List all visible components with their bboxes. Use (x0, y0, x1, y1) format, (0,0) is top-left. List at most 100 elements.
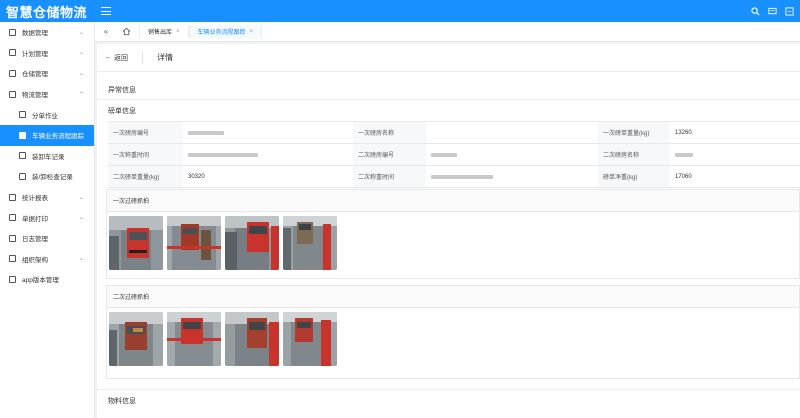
close-icon[interactable]: × (176, 29, 180, 35)
sidebar: 数据管理 ⌄ 计划管理 ⌄ 仓储管理 ⌄ 物流管理 ⌃ 分单作业 车辆业务流程跟踪 装卸… (0, 22, 95, 418)
cell-label: 一次磅房编号 (108, 122, 183, 143)
divider (97, 389, 800, 390)
message-icon[interactable] (768, 7, 777, 16)
first-capture-panel: 一次过磅抓拍 (106, 189, 800, 279)
print-icon (9, 214, 16, 222)
chevron-up-icon: ⌃ (78, 91, 84, 98)
capture-photo[interactable] (109, 216, 163, 270)
home-icon[interactable] (119, 25, 133, 39)
cell-label: 一次磅房名称 (353, 122, 426, 143)
back-button[interactable]: ← 返回 (105, 53, 128, 63)
cell-value (426, 166, 598, 187)
cell-value: 30320 (188, 173, 205, 180)
cell-label: 二次磅房名称 (598, 144, 670, 165)
capture-photo[interactable] (167, 312, 221, 366)
close-icon[interactable]: × (250, 29, 254, 35)
sidebar-item-logs[interactable]: 日志管理 (0, 228, 94, 249)
sidebar-item-org[interactable]: 组织架构 ⌄ (0, 249, 94, 270)
back-label: 返回 (114, 54, 128, 62)
chevron-down-icon: ⌄ (78, 256, 84, 263)
redacted-value (675, 152, 693, 157)
first-capture-thumbs (107, 212, 799, 274)
detail-header: ← 返回 详情 (97, 44, 800, 72)
chart-icon (9, 193, 16, 201)
page-title: 详情 (157, 53, 173, 62)
capture-photo[interactable] (167, 216, 221, 270)
double-left-icon[interactable]: « (99, 25, 113, 39)
menu-toggle-icon[interactable] (101, 6, 111, 16)
second-capture-panel: 二次过磅抓拍 (106, 285, 800, 379)
sidebar-item-inspection-record[interactable]: 装/卸检查记录 (0, 166, 94, 187)
truck-icon (19, 131, 26, 139)
capture-photo[interactable] (283, 312, 337, 366)
sidebar-item-label: 组织架构 (22, 256, 48, 264)
sidebar-item-vehicle-tracking[interactable]: 车辆业务流程跟踪 (0, 124, 94, 146)
cell-label: 二次磅房编号 (353, 144, 426, 165)
sidebar-item-reports[interactable]: 统计报表 ⌄ (0, 187, 94, 208)
cell-value (670, 144, 800, 165)
redacted-value (431, 174, 493, 179)
sidebar-item-label: 数据管理 (22, 30, 48, 38)
record-icon (19, 152, 26, 160)
chevron-down-icon: ⌄ (78, 29, 84, 36)
weighing-table: 一次磅房编号 一次磅房名称 一次磅单重量(kg) 13260 一次称重时间 二次… (108, 121, 800, 188)
second-capture-title: 二次过磅抓拍 (107, 286, 799, 308)
capture-photo[interactable] (283, 216, 337, 270)
tab-sales-outbound[interactable]: 销售出库 × (139, 24, 189, 39)
chevron-down-icon: ⌄ (78, 50, 84, 57)
section-material: 物料信息 (108, 398, 136, 405)
app-title: 智慧仓储物流 (6, 5, 88, 21)
tab-label: 销售出库 (148, 30, 173, 36)
sidebar-item-label: 仓储管理 (22, 71, 48, 79)
cell-value: 13260 (675, 129, 692, 136)
sidebar-item-print[interactable]: 单据打印 ⌄ (0, 207, 94, 228)
sidebar-item-label: 计划管理 (22, 50, 48, 58)
capture-photo[interactable] (225, 216, 279, 270)
cell-value (183, 122, 353, 143)
first-capture-title: 一次过磅抓拍 (107, 190, 799, 212)
tab-label: 车辆业务流程跟踪 (197, 30, 246, 36)
sidebar-item-label: 单据打印 (22, 215, 48, 223)
cell-value (426, 122, 598, 143)
sidebar-item-loading-record[interactable]: 装卸车记录 (0, 146, 94, 167)
sidebar-item-label: 分单作业 (32, 112, 58, 120)
sidebar-item-dispatch[interactable]: 分单作业 (0, 104, 94, 125)
cell-value (426, 144, 598, 165)
sidebar-item-data[interactable]: 数据管理 ⌄ (0, 22, 94, 43)
divider (142, 52, 143, 63)
sidebar-item-app-version[interactable]: app版本管理 (0, 269, 94, 290)
cell-label: 一次称重时间 (108, 144, 183, 165)
cell-value: 17060 (675, 173, 692, 180)
sidebar-item-label: 日志管理 (22, 236, 48, 244)
tab-bar: « 销售出库 × 车辆业务流程跟踪 × (95, 22, 800, 42)
chevron-down-icon: ⌄ (78, 70, 84, 77)
redacted-value (188, 130, 224, 135)
fullscreen-icon[interactable] (785, 6, 794, 16)
cell-value (183, 144, 353, 165)
search-icon[interactable] (751, 6, 760, 16)
section-weighing: 磅单信息 (108, 108, 136, 115)
checklist-icon (19, 172, 26, 180)
cell-label: 一次磅单重量(kg) (598, 122, 670, 143)
truck-icon (19, 111, 26, 119)
sidebar-item-label: 装卸车记录 (32, 153, 65, 161)
redacted-value (431, 152, 457, 157)
sidebar-item-label: 统计报表 (22, 195, 48, 203)
table-row: 二次磅单重量(kg) 30320 二次称重时间 磅单净重(kg) 17060 (108, 166, 800, 188)
plan-icon (9, 49, 16, 57)
tab-vehicle-tracking[interactable]: 车辆业务流程跟踪 × (188, 24, 263, 39)
capture-photo[interactable] (109, 312, 163, 366)
org-icon (9, 255, 16, 263)
table-row: 一次磅房编号 一次磅房名称 一次磅单重量(kg) 13260 (108, 122, 800, 144)
second-capture-thumbs (107, 308, 799, 370)
section-abnormal: 异常信息 (108, 87, 136, 94)
sidebar-item-logistics[interactable]: 物流管理 ⌃ (0, 84, 94, 105)
cell-label: 二次磅单重量(kg) (108, 166, 183, 187)
capture-photo[interactable] (225, 312, 279, 366)
sidebar-item-plan[interactable]: 计划管理 ⌄ (0, 43, 94, 64)
chevron-down-icon: ⌄ (78, 215, 84, 222)
database-icon (9, 28, 16, 36)
arrow-left-icon: ← (105, 54, 112, 61)
sidebar-item-label: 车辆业务流程跟踪 (32, 133, 84, 141)
sidebar-item-warehouse[interactable]: 仓储管理 ⌄ (0, 63, 94, 84)
